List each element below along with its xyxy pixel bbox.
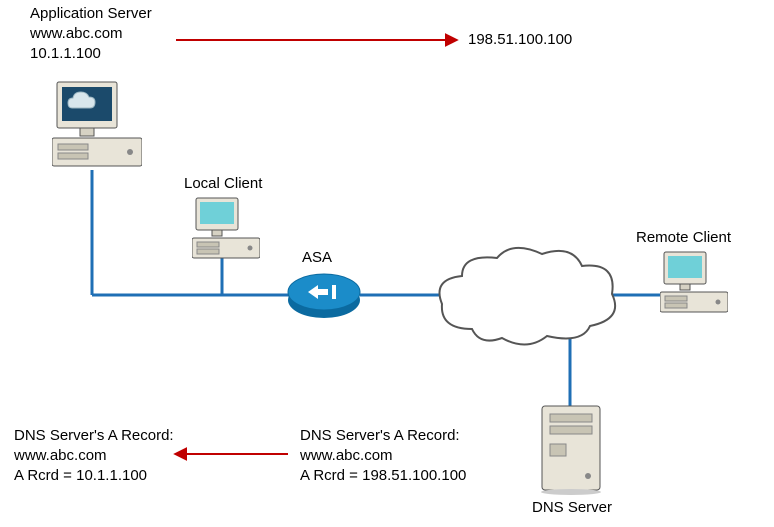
remote-client-icon: [660, 250, 728, 320]
app-server-hostname: www.abc.com: [30, 24, 123, 44]
app-server-icon: [52, 78, 142, 178]
dns-server-icon: [536, 404, 606, 500]
dns-external-header: DNS Server's A Record:: [300, 426, 460, 446]
dns-server-label: DNS Server: [532, 498, 612, 518]
dns-internal-header: DNS Server's A Record:: [14, 426, 174, 446]
dns-external-host: www.abc.com: [300, 446, 393, 466]
local-client-icon: [192, 196, 260, 266]
nat-ip: 198.51.100.100: [468, 30, 572, 50]
local-client-label: Local Client: [184, 174, 262, 194]
dns-internal-host: www.abc.com: [14, 446, 107, 466]
asa-label: ASA: [302, 248, 332, 268]
app-server-title: Application Server: [30, 4, 152, 24]
asa-icon: [284, 268, 364, 326]
remote-client-label: Remote Client: [636, 228, 731, 248]
cloud-icon: [432, 244, 622, 358]
dns-internal-record: A Rcrd = 10.1.1.100: [14, 466, 147, 486]
dns-external-record: A Rcrd = 198.51.100.100: [300, 466, 466, 486]
app-server-ip: 10.1.1.100: [30, 44, 101, 64]
